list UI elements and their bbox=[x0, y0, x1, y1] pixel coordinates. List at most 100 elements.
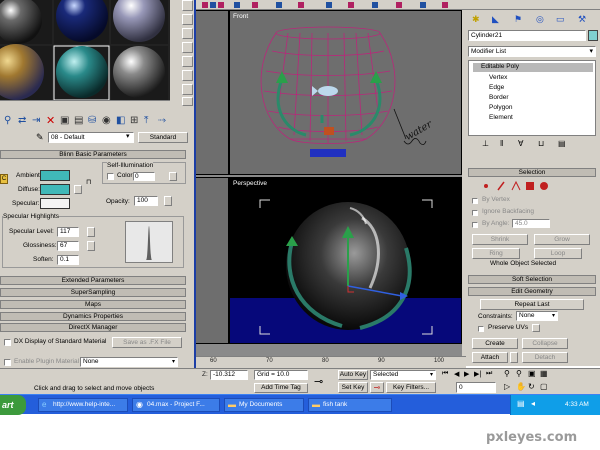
sample-scrollbar[interactable] bbox=[0, 100, 170, 110]
show-end-result-stack-icon[interactable]: ‖ bbox=[500, 139, 503, 148]
play-icon[interactable]: ▶ bbox=[464, 370, 469, 378]
unique-icon[interactable]: ▤ bbox=[74, 115, 83, 126]
stack-item-border[interactable]: Border bbox=[489, 94, 509, 101]
taskbar-item-3dsmax[interactable]: ◉ 04.max - Project F... bbox=[132, 398, 220, 412]
add-time-tag-button[interactable]: Add Time Tag bbox=[254, 383, 308, 393]
assign-material-icon[interactable]: ⇥ bbox=[32, 115, 40, 126]
viewport-bottom-left[interactable] bbox=[195, 177, 229, 344]
maximize-viewport-icon[interactable]: ▢ bbox=[540, 382, 548, 391]
viewport-top-left[interactable] bbox=[195, 10, 229, 175]
video-color-check-button[interactable] bbox=[182, 56, 193, 67]
plugin-dropdown-icon[interactable]: ▾ bbox=[172, 358, 175, 366]
configure-modifier-sets-icon[interactable]: ▤ bbox=[558, 139, 566, 148]
previous-frame-icon[interactable]: ◀ bbox=[454, 370, 459, 378]
edit-geometry-rollout[interactable]: Edit Geometry bbox=[468, 287, 596, 296]
modify-tab-icon[interactable]: ◣ bbox=[492, 14, 499, 25]
go-to-parent-icon[interactable]: ⤒ bbox=[144, 115, 148, 126]
options-button[interactable] bbox=[182, 84, 193, 95]
utilities-tab-icon[interactable]: ⚒ bbox=[578, 14, 586, 25]
repeat-last-button[interactable]: Repeat Last bbox=[480, 299, 584, 310]
lock-c-icon[interactable]: C bbox=[0, 174, 8, 184]
object-name-field[interactable]: Cylinder21 bbox=[468, 30, 586, 41]
diffuse-map-button[interactable] bbox=[74, 185, 82, 194]
ring-button[interactable]: Ring bbox=[472, 248, 520, 259]
start-button[interactable]: art bbox=[0, 395, 26, 415]
create-button[interactable]: Create bbox=[472, 338, 518, 349]
make-unique-icon[interactable]: ∀ bbox=[518, 139, 523, 148]
constraints-select[interactable]: None ▾ bbox=[516, 311, 558, 321]
modifier-list-dropdown[interactable]: Modifier List ▾ bbox=[468, 46, 596, 57]
make-preview-button[interactable] bbox=[182, 70, 193, 81]
save-fx-button[interactable]: Save as .FX File bbox=[112, 337, 182, 348]
viewport-front[interactable]: Front water bbox=[229, 10, 462, 175]
remove-modifier-icon[interactable]: ⊔ bbox=[538, 139, 544, 148]
material-name-dropdown-icon[interactable]: ▾ bbox=[126, 132, 130, 140]
preserve-uvs-checkbox[interactable] bbox=[478, 326, 484, 332]
dx-display-checkbox[interactable] bbox=[4, 339, 11, 346]
self-illum-map-button[interactable] bbox=[169, 172, 177, 181]
subobject-level-icons[interactable] bbox=[478, 180, 578, 192]
taskbar-item-browser[interactable]: e http://www.help-inte... bbox=[38, 398, 128, 412]
sample-type-button[interactable] bbox=[182, 0, 193, 11]
material-name-field[interactable]: 08 - Default bbox=[48, 132, 134, 143]
y-coordinate-field[interactable]: -10.312 bbox=[210, 370, 248, 380]
arc-rotate-icon[interactable]: ↻ bbox=[528, 382, 535, 391]
by-angle-checkbox[interactable] bbox=[472, 222, 478, 228]
by-angle-field[interactable]: 45.0 bbox=[512, 219, 550, 228]
current-frame-field[interactable]: 0 bbox=[456, 382, 496, 393]
shrink-button[interactable]: Shrink bbox=[472, 234, 528, 245]
rollout-extended-parameters[interactable]: Extended Parameters bbox=[0, 276, 186, 285]
show-map-icon[interactable]: ◧ bbox=[116, 115, 125, 126]
auto-key-button[interactable]: Auto Key bbox=[338, 370, 368, 380]
get-material-icon[interactable]: ⚲ bbox=[4, 115, 11, 126]
go-to-end-icon[interactable]: ⏭ bbox=[486, 370, 492, 378]
self-illum-color-checkbox[interactable] bbox=[107, 173, 114, 180]
stack-item-vertex[interactable]: Vertex bbox=[489, 74, 507, 81]
rollout-maps[interactable]: Maps bbox=[0, 300, 186, 309]
pin-stack-icon[interactable]: ⊥ bbox=[482, 139, 489, 148]
by-vertex-checkbox[interactable] bbox=[472, 198, 478, 204]
ambient-swatch[interactable] bbox=[40, 170, 70, 181]
glossiness-field[interactable]: 67 bbox=[57, 241, 79, 251]
main-toolbar-icons[interactable] bbox=[196, 0, 600, 10]
specular-level-map-button[interactable] bbox=[87, 227, 95, 237]
opacity-map-button[interactable] bbox=[164, 196, 172, 206]
opacity-field[interactable]: 100 bbox=[134, 196, 158, 206]
lock-icon[interactable]: ⊓ bbox=[86, 178, 91, 186]
taskbar-item-my-documents[interactable]: ▬ My Documents bbox=[224, 398, 304, 412]
stack-item-edge[interactable]: Edge bbox=[489, 84, 504, 91]
tray-network-icon[interactable]: ▤ bbox=[517, 399, 525, 408]
zoom-icon[interactable]: ⚲ bbox=[504, 369, 510, 378]
specular-swatch[interactable] bbox=[40, 198, 70, 209]
pick-material-icon[interactable]: ✎ bbox=[36, 132, 44, 143]
reset-icon[interactable]: ✕ bbox=[46, 114, 55, 127]
loop-button[interactable]: Loop bbox=[534, 248, 582, 259]
select-by-material-button[interactable] bbox=[182, 97, 193, 106]
collapse-button[interactable]: Collapse bbox=[522, 338, 568, 349]
attach-list-button[interactable] bbox=[510, 352, 518, 363]
motion-tab-icon[interactable]: ◎ bbox=[536, 14, 544, 25]
zoom-extents-icon[interactable]: ▣ bbox=[528, 369, 536, 378]
rollout-directx-manager[interactable]: DirectX Manager bbox=[0, 323, 186, 332]
pan-icon[interactable]: ✋ bbox=[516, 382, 526, 391]
diffuse-swatch[interactable] bbox=[40, 184, 70, 195]
key-filters-button[interactable]: Key Filters... bbox=[386, 382, 436, 393]
rollout-dynamics-properties[interactable]: Dynamics Properties bbox=[0, 312, 186, 321]
create-tab-icon[interactable]: ✱ bbox=[472, 14, 480, 25]
go-forward-icon[interactable]: ⤑ bbox=[158, 115, 166, 126]
rollout-supersampling[interactable]: SuperSampling bbox=[0, 288, 186, 297]
blinn-rollout-header[interactable]: Blinn Basic Parameters bbox=[0, 150, 186, 159]
material-effects-icon[interactable]: ◉ bbox=[102, 115, 111, 126]
show-end-result-icon[interactable]: ⊞ bbox=[130, 115, 138, 126]
key-icon[interactable]: ⊸ bbox=[314, 375, 323, 388]
enable-plugin-checkbox[interactable] bbox=[4, 359, 11, 366]
key-mode-select[interactable]: Selected ▾ bbox=[370, 370, 436, 380]
stack-item-editable-poly[interactable]: Editable Poly bbox=[473, 63, 593, 72]
copy-icon[interactable]: ▣ bbox=[60, 115, 69, 126]
ignore-backfacing-checkbox[interactable] bbox=[472, 210, 478, 216]
self-illum-color-value[interactable]: 0 bbox=[133, 172, 155, 181]
glossiness-map-button[interactable] bbox=[87, 241, 95, 251]
zoom-all-icon[interactable]: ⚲ bbox=[516, 369, 522, 378]
object-color-swatch[interactable] bbox=[588, 30, 598, 41]
material-type-button[interactable]: Standard bbox=[138, 132, 188, 143]
